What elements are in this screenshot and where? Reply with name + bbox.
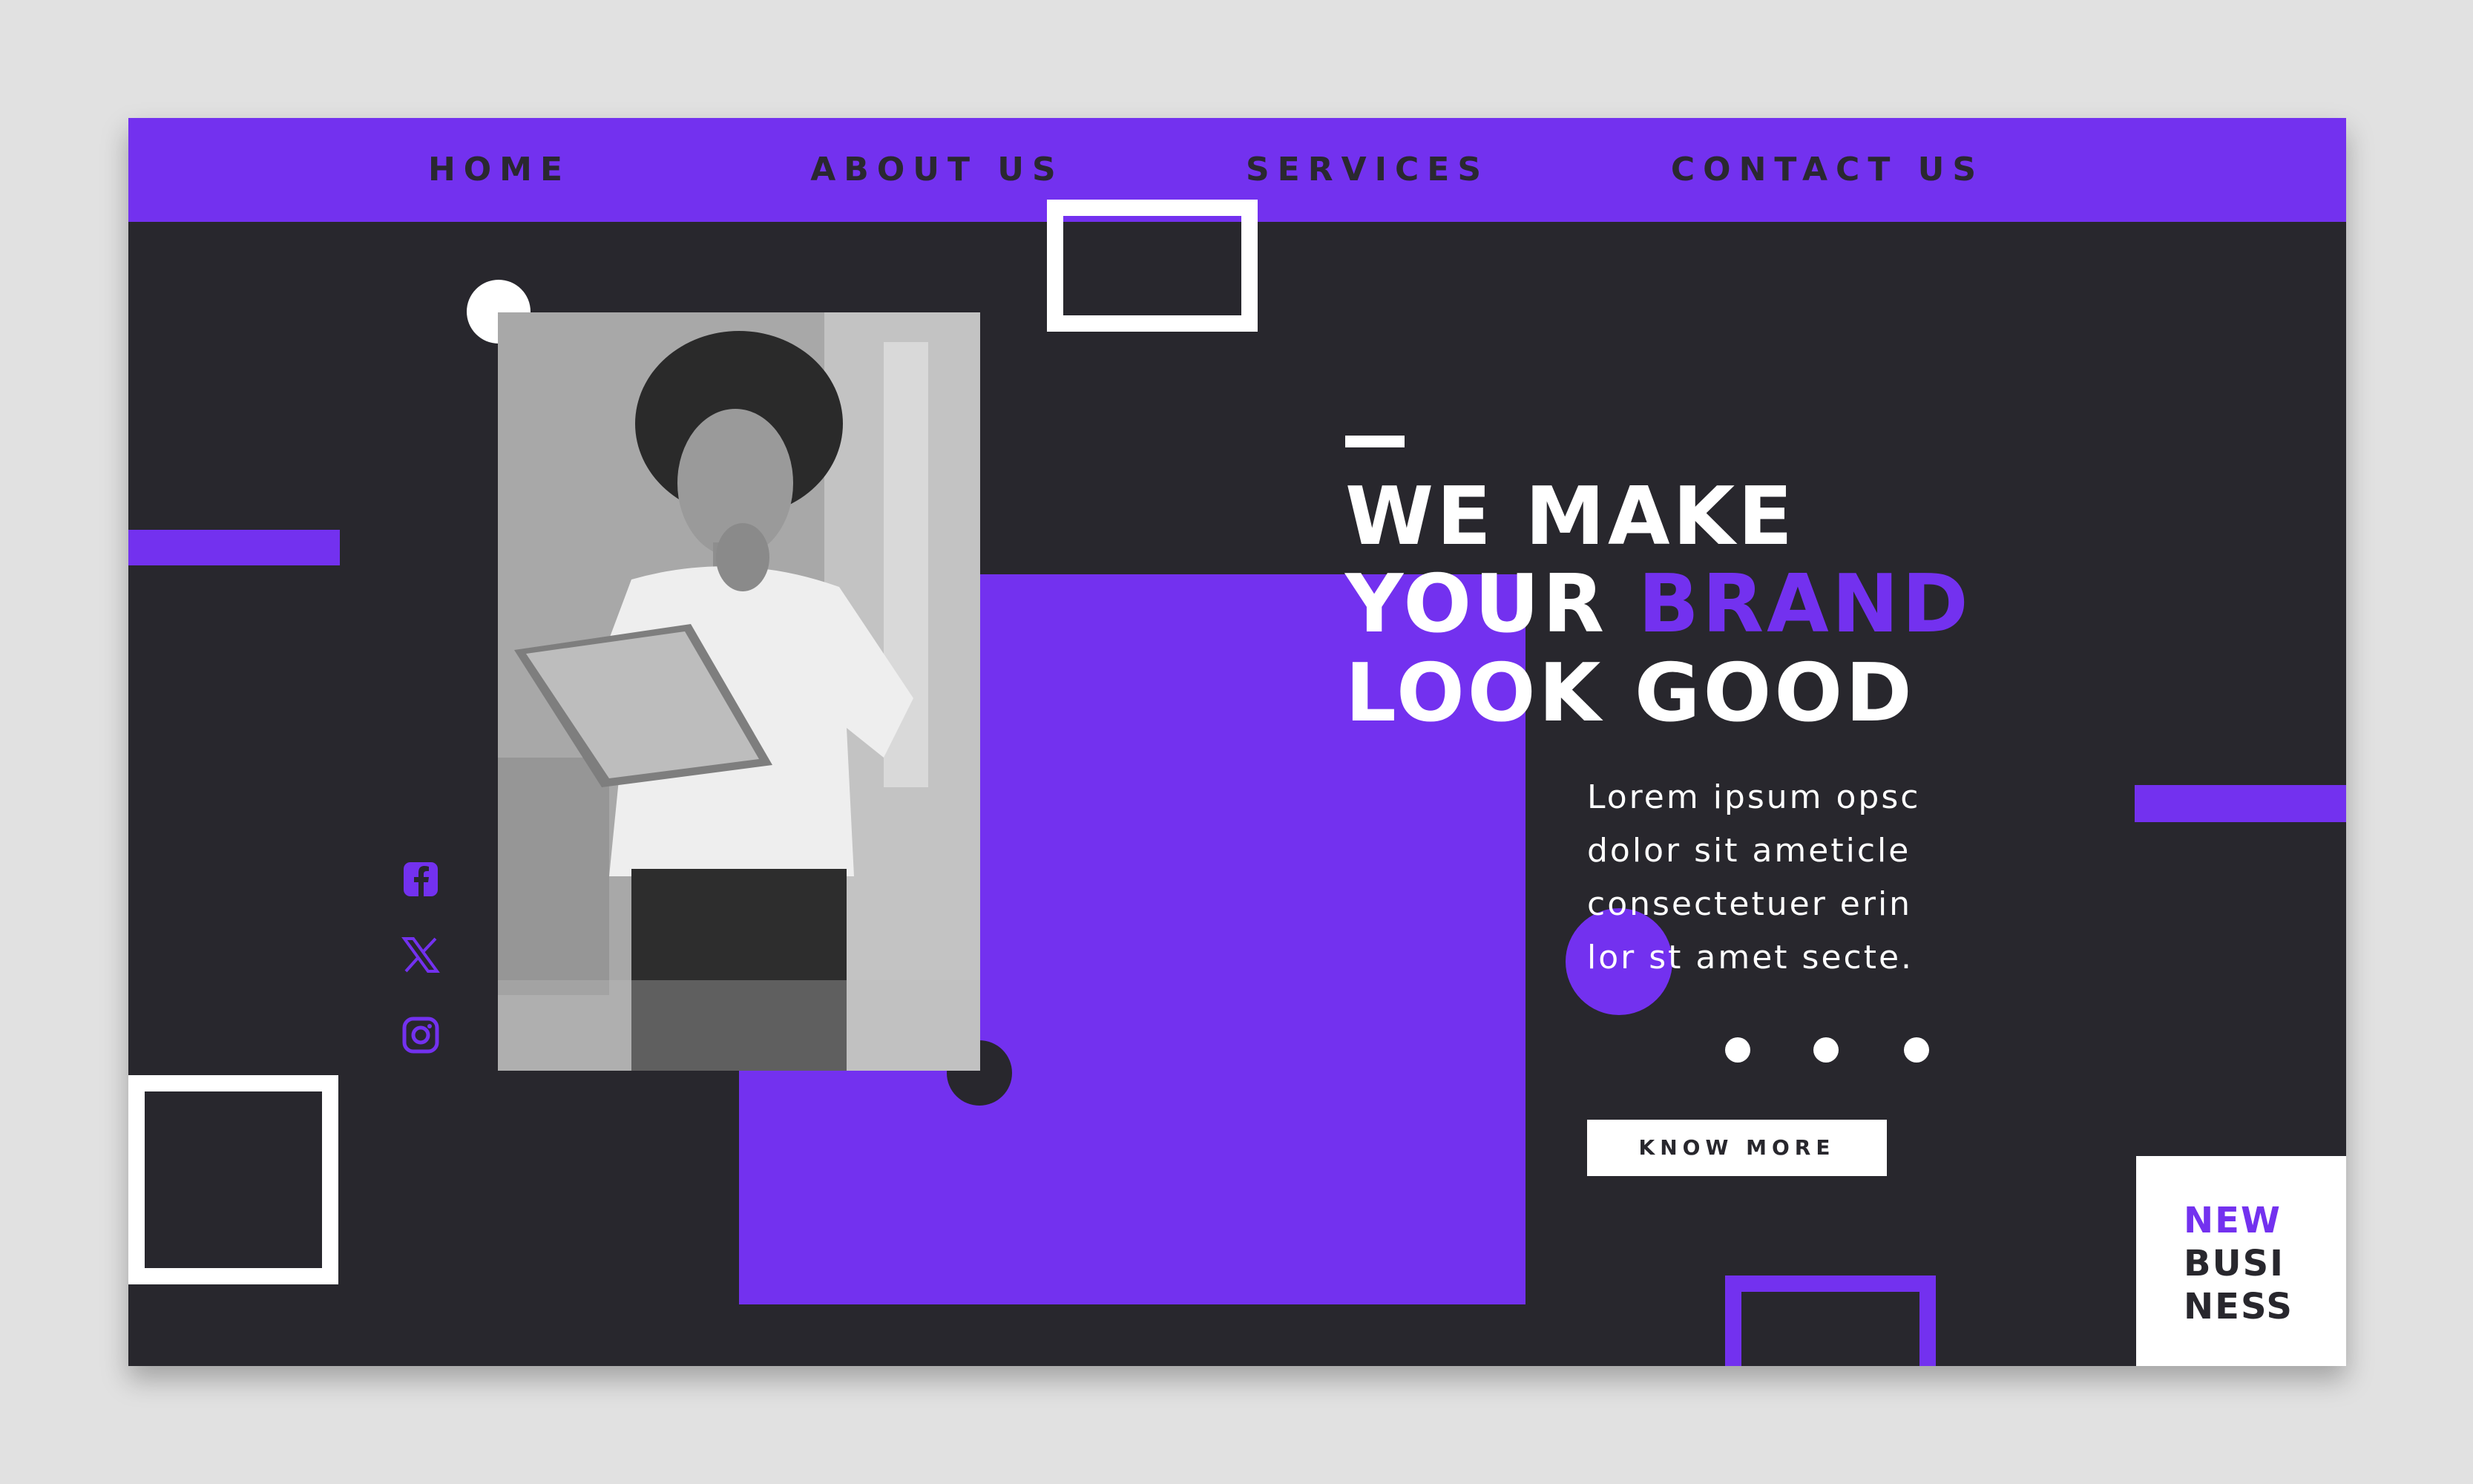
know-more-button[interactable]: KNOW MORE bbox=[1587, 1120, 1887, 1176]
left-purple-bar bbox=[128, 530, 340, 565]
new-business-badge: NEW BUSI NESS bbox=[2136, 1156, 2346, 1366]
badge-line-1: NEW bbox=[2184, 1200, 2282, 1241]
headline-word-brand: BRAND bbox=[1638, 558, 1971, 651]
body-text-line: consectetuer erin bbox=[1587, 885, 1913, 923]
headline-word-your: YOUR bbox=[1345, 558, 1608, 651]
body-text-line: lor st amet secte. bbox=[1587, 939, 1914, 976]
body-text-line: dolor sit ameticle bbox=[1587, 832, 1911, 870]
headline-dash bbox=[1345, 436, 1405, 447]
nav-contact-us[interactable]: CONTACT US bbox=[1642, 118, 2013, 222]
carousel-dot-1[interactable] bbox=[1725, 1037, 1750, 1063]
bottom-outline-square-purple bbox=[1725, 1275, 1936, 1366]
top-outline-square bbox=[1047, 200, 1258, 332]
instagram-icon[interactable] bbox=[401, 1016, 440, 1054]
right-purple-bar bbox=[2135, 785, 2346, 822]
headline-line-1: WE MAKE bbox=[1345, 470, 1796, 563]
person-with-tablet-illustration bbox=[498, 312, 980, 1071]
headline-line-2: YOUR BRAND bbox=[1345, 560, 1971, 649]
nav-home[interactable]: HOME bbox=[366, 118, 633, 222]
bottom-left-outline-square bbox=[128, 1075, 338, 1284]
body-text-line: Lorem ipsum opsc bbox=[1587, 778, 1921, 816]
facebook-icon[interactable] bbox=[401, 860, 440, 899]
hero-photo bbox=[498, 312, 980, 1071]
carousel-dot-2[interactable] bbox=[1813, 1037, 1839, 1063]
landing-page: HOME ABOUT US SERVICES CONTACT US WE MAK… bbox=[128, 118, 2346, 1366]
badge-line-3: NESS bbox=[2184, 1286, 2293, 1327]
carousel-dot-3[interactable] bbox=[1904, 1037, 1929, 1063]
headline-line-3: LOOK GOOD bbox=[1345, 647, 1915, 740]
badge-line-2: BUSI bbox=[2184, 1243, 2285, 1284]
x-icon[interactable] bbox=[401, 936, 440, 974]
